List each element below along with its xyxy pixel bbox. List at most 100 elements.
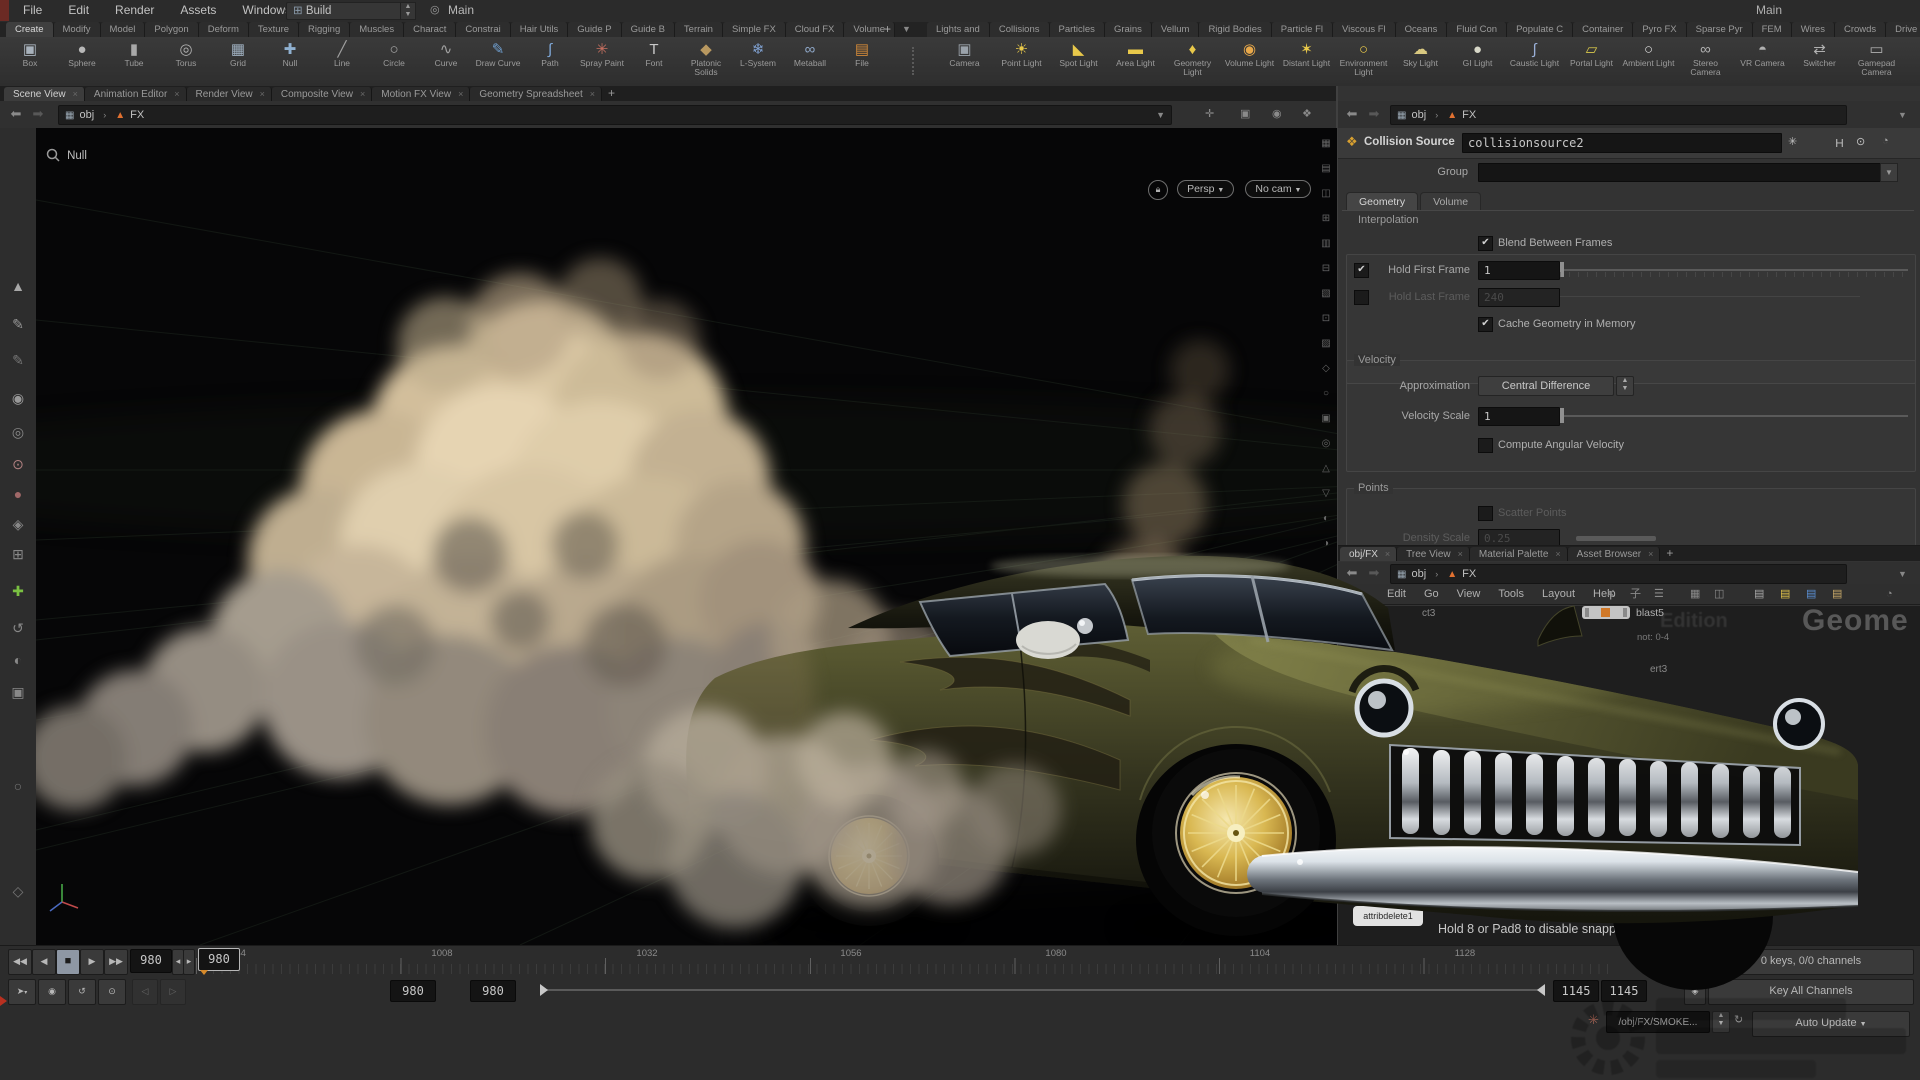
viewport-tool-icon[interactable]: ○ xyxy=(0,778,36,794)
range-left-handle[interactable] xyxy=(540,984,548,996)
shelf-tool[interactable]: ○ Ambient Light xyxy=(1620,39,1677,86)
grid-icon[interactable]: ▦ xyxy=(1690,584,1700,604)
dopesheet-icon-button[interactable]: ▤ xyxy=(1684,949,1706,975)
folder-icon[interactable]: ▤ xyxy=(1832,584,1842,604)
shelf-tool[interactable]: ☀ Point Light xyxy=(993,39,1050,86)
shelf-tool[interactable]: ✳ Spray Paint xyxy=(576,39,628,86)
viewport-tool-icon[interactable]: ◇ xyxy=(0,883,36,900)
viewport-tool-icon[interactable]: ▲ xyxy=(0,278,36,294)
jump-end-button[interactable]: ▶▶ xyxy=(104,949,128,975)
display-toggle-icon[interactable]: ⊟ xyxy=(1316,263,1336,274)
close-icon[interactable]: × xyxy=(458,89,463,99)
network-editor-canvas[interactable]: Geome Edition ct3 blast5 not: 0-4 ert3 a… xyxy=(1338,606,1920,945)
gear-icon[interactable]: ✳ xyxy=(1788,135,1797,148)
target-icon[interactable]: ◉ xyxy=(1272,107,1282,120)
menu-item[interactable]: Edit xyxy=(55,0,102,17)
shelf-tab[interactable]: Crowds xyxy=(1835,22,1886,37)
help-icon[interactable]: ◔ xyxy=(1882,135,1889,147)
current-frame-field[interactable]: 980 xyxy=(130,949,172,973)
next-key-button[interactable]: ▷ xyxy=(160,979,186,1005)
range-slider[interactable] xyxy=(545,989,1545,991)
shelf-tool[interactable]: ⇄ Switcher xyxy=(1791,39,1848,86)
node-name-field[interactable]: collisionsource2 xyxy=(1462,133,1782,153)
back-arrow-icon[interactable]: ⬅ xyxy=(1342,101,1362,127)
viewport-tool-icon[interactable]: ◎ xyxy=(0,424,36,441)
close-icon[interactable]: × xyxy=(73,89,78,99)
display-toggle-icon[interactable]: △ xyxy=(1316,463,1336,474)
forward-arrow-icon[interactable]: ➡ xyxy=(1364,101,1384,127)
display-toggle-icon[interactable]: ◎ xyxy=(1316,438,1336,449)
viewport-tool-icon[interactable]: ✎ xyxy=(0,316,36,333)
shelf-tab[interactable]: Grains xyxy=(1105,22,1152,37)
menubar-right-label[interactable]: Main xyxy=(1756,3,1782,17)
shelf-tool[interactable]: ✎ Draw Curve xyxy=(472,39,524,86)
viewport-tool-icon[interactable]: ◈ xyxy=(0,516,36,533)
close-icon[interactable]: × xyxy=(1555,549,1560,559)
pane-splitter[interactable] xyxy=(1336,86,1338,945)
add-pane-tab-button[interactable]: + xyxy=(602,86,621,101)
blue-doc-icon[interactable]: ▤ xyxy=(1806,584,1816,604)
cache-geometry-checkbox[interactable]: ✔ xyxy=(1478,317,1493,332)
blend-between-frames-checkbox[interactable]: ✔ xyxy=(1478,236,1493,251)
wrench-icon[interactable]: ✕ xyxy=(1606,584,1615,604)
viewport-tool-icon[interactable]: ↺ xyxy=(0,620,36,637)
approximation-dropdown[interactable]: Central Difference xyxy=(1478,376,1614,396)
shelf-tab[interactable]: Pyro FX xyxy=(1633,22,1686,37)
menu-item[interactable]: Edit xyxy=(1378,584,1415,604)
display-toggle-icon[interactable]: ▧ xyxy=(1316,288,1336,299)
shelf-tab[interactable]: Fluid Con xyxy=(1447,22,1507,37)
magnifier-icon[interactable]: ⊙ xyxy=(1856,135,1865,148)
hold-last-frame-checkbox[interactable] xyxy=(1354,290,1369,305)
display-toggle-icon[interactable]: ◇ xyxy=(1316,363,1336,374)
forward-arrow-icon[interactable]: ➡ xyxy=(28,101,48,127)
node-attribdelete1[interactable]: attribdelete1 xyxy=(1353,906,1423,926)
compute-angular-velocity-checkbox[interactable] xyxy=(1478,438,1493,453)
display-toggle-icon[interactable]: ▨ xyxy=(1316,338,1336,349)
shelf-tab[interactable]: Modify xyxy=(54,22,101,37)
scene-viewport[interactable] xyxy=(36,128,1337,945)
shelf-tab[interactable]: Collisions xyxy=(990,22,1050,37)
pane-tab[interactable]: Composite View× xyxy=(272,87,372,101)
shelf-menu-button[interactable]: ▼ xyxy=(902,24,911,34)
shelf-tab[interactable]: Sparse Pyr xyxy=(1687,22,1753,37)
shelf-tab[interactable]: Deform xyxy=(199,22,249,37)
shelf-tab[interactable]: Hair Utils xyxy=(511,22,569,37)
group-menu-button[interactable]: ▼ xyxy=(1880,163,1898,182)
shelf-tab[interactable]: Create xyxy=(6,22,54,37)
shelf-tab[interactable]: Viscous Fl xyxy=(1333,22,1396,37)
shelf-tab[interactable]: Rigid Bodies xyxy=(1199,22,1271,37)
list-icon[interactable]: ☰ xyxy=(1654,584,1664,604)
pane-tab[interactable]: Motion FX View× xyxy=(372,87,470,101)
shelf-tab[interactable]: Populate C xyxy=(1507,22,1573,37)
display-toggle-icon[interactable]: ◑ xyxy=(1316,538,1336,549)
chevron-down-icon[interactable]: ▼ xyxy=(1156,106,1165,124)
viewport-tool-icon[interactable]: ● xyxy=(0,486,36,502)
hold-first-frame-checkbox[interactable]: ✔ xyxy=(1354,263,1369,278)
viewport-tool-icon[interactable]: ✚ xyxy=(0,583,36,600)
breadcrumb[interactable]: ▦obj › ▲FX xyxy=(1390,564,1847,584)
menu-item[interactable]: File xyxy=(10,0,55,17)
shelf-tool[interactable]: ● Sphere xyxy=(56,39,108,86)
shelf-tool[interactable]: ☁ Sky Light xyxy=(1392,39,1449,86)
shelf-tab[interactable]: Terrain xyxy=(675,22,723,37)
viewport-tool-icon[interactable]: ◉ xyxy=(0,390,36,407)
shelf-tab[interactable]: Particles xyxy=(1050,22,1105,37)
shelf-tool[interactable]: ◣ Spot Light xyxy=(1050,39,1107,86)
clock-icon[interactable]: ◔ xyxy=(1886,584,1893,604)
shelf-tool[interactable]: ◓ VR Camera xyxy=(1734,39,1791,86)
layout-grid-icon[interactable]: ◫ xyxy=(1714,584,1724,604)
menu-item[interactable]: View xyxy=(1448,584,1490,604)
shelf-tool[interactable]: ▬ Area Light xyxy=(1107,39,1164,86)
shelf-tool[interactable]: ▭ Gamepad Camera xyxy=(1848,39,1905,86)
shelf-tool[interactable]: ▱ Portal Light xyxy=(1563,39,1620,86)
shelf-tool[interactable]: ○ Environment Light xyxy=(1335,39,1392,86)
menu-item[interactable]: Layout xyxy=(1533,584,1584,604)
keys-channels-button[interactable]: 0 keys, 0/0 channels xyxy=(1708,949,1914,975)
doc-icon[interactable]: ▤ xyxy=(1754,584,1764,604)
houdini-handle-icon[interactable]: Ｈ xyxy=(1834,135,1845,151)
viewport-tool-icon[interactable]: ✎ xyxy=(0,352,36,369)
menu-item[interactable]: Go xyxy=(1415,584,1448,604)
breadcrumb[interactable]: ▦obj › ▲FX ▼ xyxy=(58,105,1172,125)
shelf-tab[interactable]: Constrai xyxy=(456,22,510,37)
shelf-tab[interactable]: Texture xyxy=(249,22,299,37)
